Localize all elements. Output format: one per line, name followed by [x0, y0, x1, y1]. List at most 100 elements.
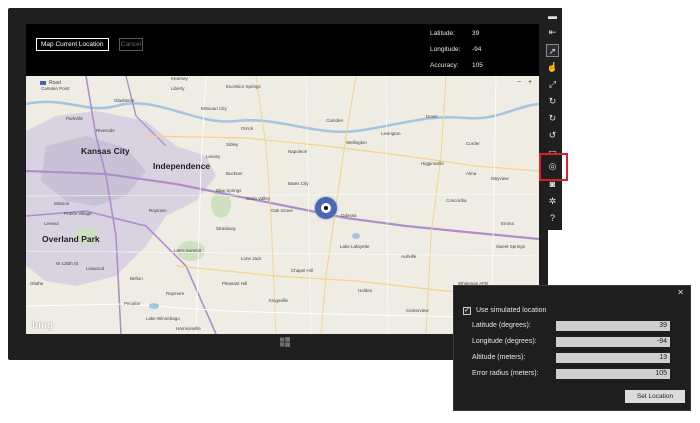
place-label: Mission [54, 201, 70, 206]
place-label: Alma [466, 171, 477, 176]
place-label: Camden [326, 118, 344, 123]
longitude-value: -94 [472, 46, 482, 53]
place-label: Orrick [241, 126, 253, 131]
place-label: Kingsville [269, 298, 289, 303]
latitude-input[interactable]: 39 [556, 321, 670, 331]
place-label: Sibley [226, 142, 239, 147]
place-label: Belton [130, 276, 143, 281]
place-label: Lee's Summit [174, 248, 202, 253]
lake [149, 303, 159, 309]
place-label: Harrisonville [176, 326, 201, 331]
road [305, 76, 312, 334]
place-label: Corder [466, 141, 480, 146]
place-label: Pleasant Hill [222, 281, 248, 286]
longitude-input[interactable]: -94 [556, 337, 670, 347]
place-label: Camden Point [41, 86, 70, 91]
cancel-button[interactable]: Cancel [119, 38, 143, 51]
road [195, 76, 207, 334]
accuracy-value: 105 [472, 62, 483, 69]
place-label: Peculiar [124, 301, 141, 306]
touch-mode-icon[interactable]: ☝ [546, 61, 559, 74]
city-label-overland-park: Overland Park [42, 234, 100, 244]
pin-dot [324, 206, 328, 210]
place-label: Higginsville [421, 161, 444, 166]
highway [255, 76, 277, 334]
city-label-kansas-city: Kansas City [81, 146, 130, 156]
place-label: Lone Jack [241, 256, 262, 261]
lake [352, 233, 360, 239]
accuracy-label: Accuracy: [430, 62, 459, 69]
place-label: Lake Lafayette [340, 244, 370, 249]
place-label: Sweet Springs [496, 244, 526, 249]
place-label: Buckner [226, 171, 243, 176]
location-button-highlight [539, 153, 568, 181]
app-header: Map Current Location Cancel Latitude: 39… [26, 24, 539, 76]
set-location-button[interactable]: Set Location [625, 390, 685, 403]
place-label: Gladstone [114, 98, 135, 103]
simulator-toolbar: ▬ ⇤ ➚ ☝ ⤢ ↻ ↻ ↺ ▭ ◎ ◙ ✲ ? [543, 8, 562, 230]
place-label: Lake Winnebago [146, 316, 180, 321]
longitude-field-label: Longitude (degrees): [472, 338, 537, 345]
place-label: Aullville [401, 254, 417, 259]
map-current-location-button[interactable]: Map Current Location [36, 38, 109, 51]
place-label: Lenexa [44, 221, 59, 226]
place-label: Centerview [406, 308, 429, 313]
place-label: Liberty [171, 86, 185, 91]
place-label: Chapel Hill [291, 268, 313, 273]
error-radius-field-label: Error radius (meters): [472, 370, 539, 377]
rotate-clockwise-icon[interactable]: ↻ [546, 112, 559, 125]
rotation-gesture-icon[interactable]: ↻ [546, 95, 559, 108]
settings-icon[interactable]: ✲ [546, 195, 559, 208]
latitude-value: 39 [472, 30, 480, 37]
set-location-dialog: ✕ ✓ Use simulated location Latitude (deg… [453, 285, 691, 411]
place-label: Lexington [381, 131, 401, 136]
help-icon[interactable]: ? [546, 212, 559, 225]
altitude-field-label: Altitude (meters): [472, 354, 526, 361]
minimize-icon[interactable]: ▬ [546, 10, 559, 23]
place-label: Napoleon [288, 149, 308, 154]
place-label: Emma [501, 221, 515, 226]
bing-logo: bing [32, 320, 54, 331]
place-label: Raymore [166, 291, 185, 296]
place-label: Strasburg [216, 226, 236, 231]
place-label: Oak Grove [271, 208, 293, 213]
latitude-label: Latitude: [430, 30, 455, 37]
zoom-out-button[interactable]: − [517, 79, 521, 86]
pin-inner [321, 203, 331, 213]
altitude-input[interactable]: 13 [556, 353, 670, 363]
road [385, 76, 389, 334]
place-label: Wellington [346, 140, 367, 145]
place-label: Olathe [30, 281, 44, 286]
place-label: Holden [358, 288, 373, 293]
place-label: Leawood [86, 266, 105, 271]
longitude-label: Longitude: [430, 46, 461, 53]
place-label: Excelsior Springs [226, 84, 261, 89]
error-radius-input[interactable]: 105 [556, 369, 670, 379]
mouse-mode-icon[interactable]: ➚ [546, 44, 559, 57]
rotate-counterclockwise-icon[interactable]: ↺ [546, 129, 559, 142]
place-label: Prairie Village [64, 211, 92, 216]
place-label: Parkville [66, 116, 84, 121]
use-simulated-location-label: Use simulated location [476, 307, 547, 314]
use-simulated-location-checkbox[interactable]: ✓ [463, 307, 471, 315]
place-label: Mayview [491, 176, 509, 181]
zoom-in-button[interactable]: + [528, 79, 532, 86]
place-label: Bates City [288, 181, 309, 186]
place-label: Concordia [446, 198, 467, 203]
latitude-field-label: Latitude (degrees): [472, 322, 531, 329]
pinch-zoom-icon[interactable]: ⤢ [546, 78, 559, 91]
place-label: Riverside [96, 128, 115, 133]
city-label-independence: Independence [153, 161, 211, 171]
dock-icon[interactable]: ⇤ [546, 26, 559, 39]
place-label: W 135th St [56, 261, 79, 266]
place-label: Grain Valley [246, 196, 271, 201]
place-label: Raytown [149, 208, 167, 213]
place-label: Kearney [171, 76, 188, 81]
windows-start-icon[interactable] [280, 337, 290, 347]
place-label: Blue Springs [216, 188, 242, 193]
current-location-pin [315, 197, 337, 219]
close-icon[interactable]: ✕ [677, 288, 684, 297]
place-label: Levasy [206, 154, 221, 159]
place-label: Missouri City [201, 106, 227, 111]
place-label: Dover [426, 114, 439, 119]
